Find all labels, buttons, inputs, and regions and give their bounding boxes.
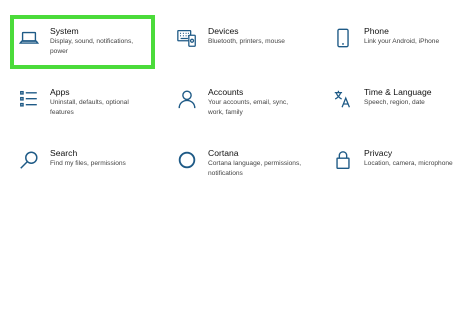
phone-icon — [331, 26, 355, 50]
tile-title: Devices — [208, 26, 239, 36]
settings-tile-privacy[interactable]: Privacy Location, camera, microphone — [331, 147, 453, 172]
cortana-icon — [175, 148, 199, 172]
settings-tile-apps[interactable]: Apps Uninstall, defaults, optional featu… — [17, 86, 129, 117]
tile-description-line: Speech, region, date — [364, 99, 425, 106]
lock-icon — [331, 148, 355, 172]
tile-description-line: features — [50, 108, 74, 116]
person-icon — [175, 87, 199, 111]
tile-title: Accounts — [208, 87, 244, 97]
tile-description-line: work, family — [208, 108, 243, 116]
highlight-box — [10, 15, 155, 69]
tile-description-line: Find my files, permissions — [50, 160, 126, 167]
tile-title: Cortana — [208, 148, 239, 158]
search-icon — [17, 148, 41, 172]
tile-description-line: Link your Android, iPhone — [364, 38, 440, 45]
settings-tile-cortana[interactable]: Cortana Cortana language, permissions, n… — [175, 147, 301, 178]
tile-description-line: Location, camera, microphone — [364, 160, 453, 167]
tile-title: Apps — [50, 87, 70, 97]
settings-tile-time-language[interactable]: Time & Language Speech, region, date — [331, 86, 432, 111]
keyboard-icon — [175, 26, 199, 50]
tile-title: Privacy — [364, 148, 393, 158]
settings-tile-devices[interactable]: Devices Bluetooth, printers, mouse — [175, 25, 285, 50]
tile-description-line: Your accounts, email, sync, — [208, 99, 289, 106]
tile-description-line: Bluetooth, printers, mouse — [208, 38, 285, 45]
tile-title: Phone — [364, 26, 389, 36]
settings-tile-search[interactable]: Search Find my files, permissions — [17, 147, 126, 172]
language-icon — [331, 87, 355, 111]
apps-list-icon — [17, 87, 41, 111]
tile-title: Search — [50, 148, 78, 158]
tile-description-line: notifications — [208, 169, 243, 177]
tile-description-line: Uninstall, defaults, optional — [50, 99, 129, 106]
tile-title: Time & Language — [364, 87, 432, 97]
settings-tile-phone[interactable]: Phone Link your Android, iPhone — [331, 25, 439, 50]
settings-tile-accounts[interactable]: Accounts Your accounts, email, sync, wor… — [175, 86, 288, 117]
tile-description-line: Cortana language, permissions, — [208, 160, 302, 167]
